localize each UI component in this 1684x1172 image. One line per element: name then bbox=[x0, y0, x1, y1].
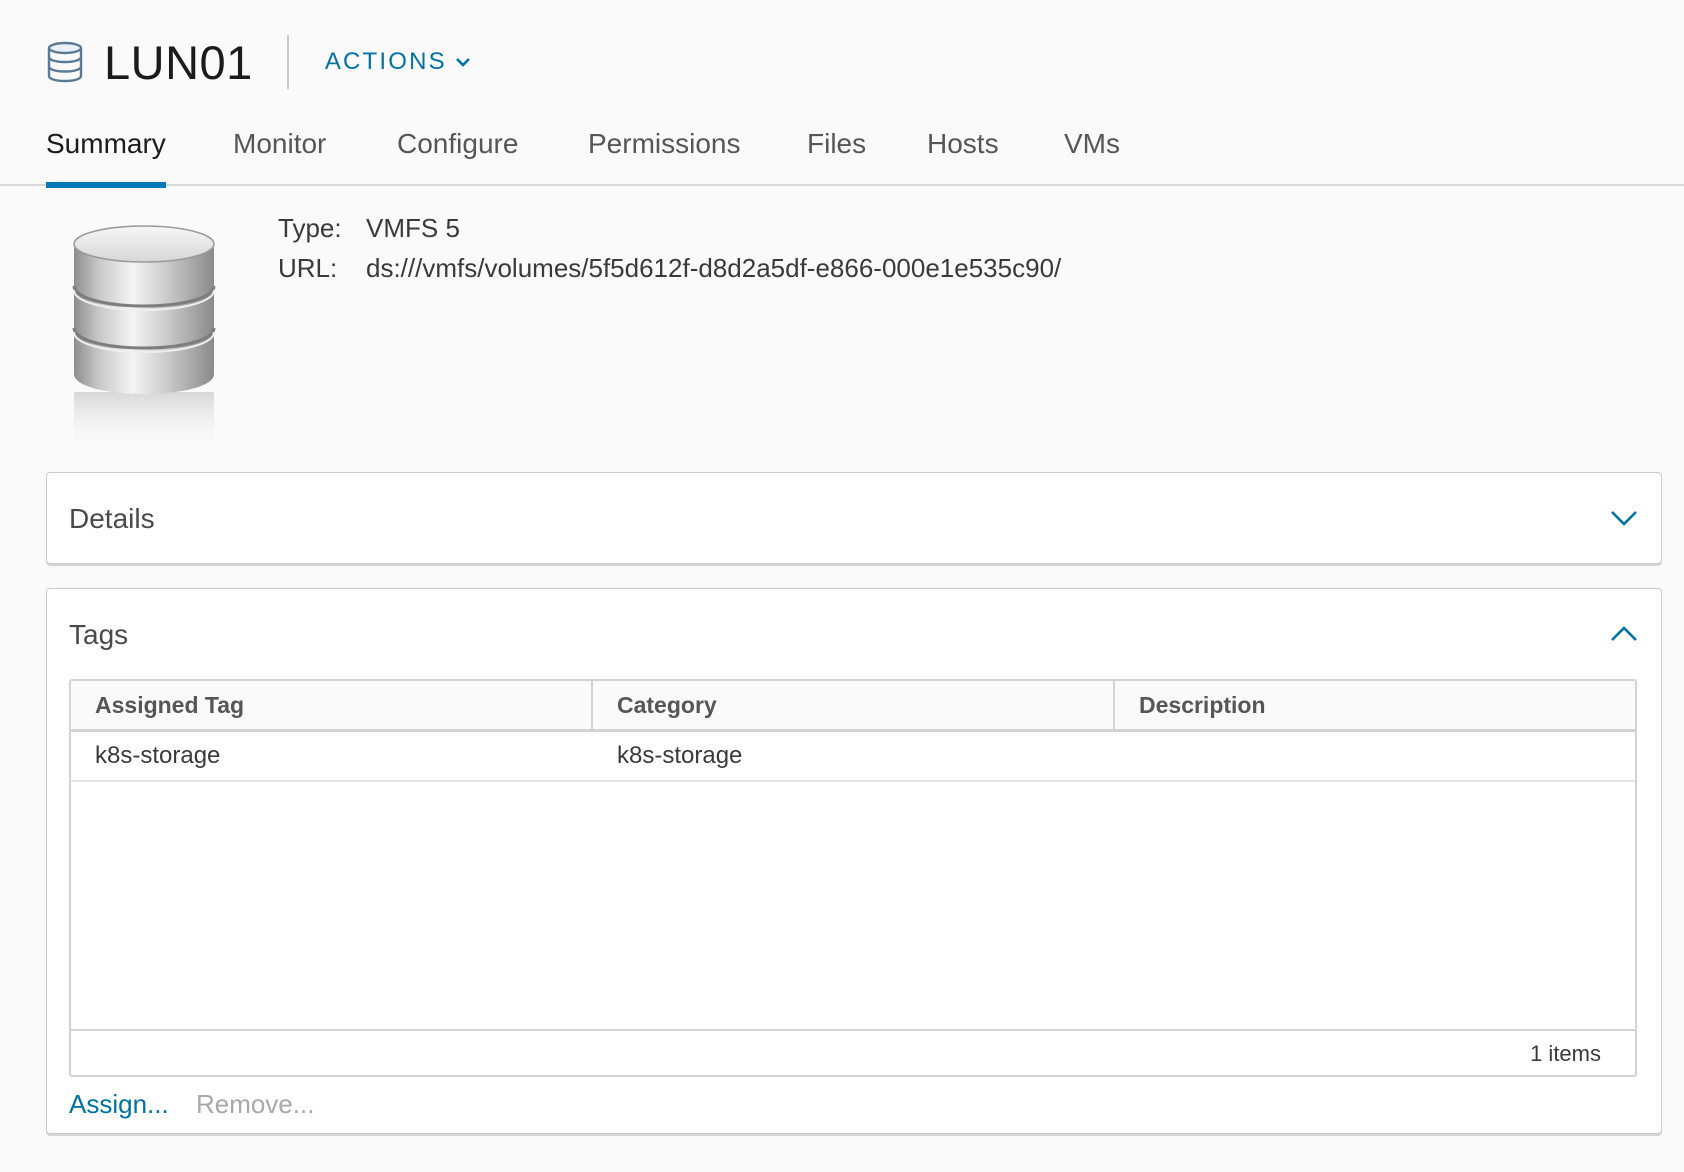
chevron-down-icon[interactable] bbox=[1609, 503, 1639, 533]
page-header: LUN01 ACTIONS bbox=[46, 32, 471, 92]
column-header-description[interactable]: Description bbox=[1115, 681, 1635, 729]
actions-label: ACTIONS bbox=[324, 48, 447, 75]
summary-info: Type: VMFS 5 URL: ds:///vmfs/volumes/5f5… bbox=[278, 208, 1061, 288]
description-cell bbox=[1115, 732, 1139, 780]
url-value: ds:///vmfs/volumes/5f5d612f-d8d2a5df-e86… bbox=[366, 253, 1062, 283]
tags-card: Tags Assigned Tag Category Description k… bbox=[46, 588, 1662, 1134]
tags-datagrid: Assigned Tag Category Description k8s-st… bbox=[69, 679, 1637, 1077]
tab-monitor[interactable]: Monitor bbox=[233, 128, 326, 182]
tab-bar: Summary Monitor Configure Permissions Fi… bbox=[0, 118, 1684, 188]
header-divider bbox=[286, 35, 289, 89]
category-cell: k8s-storage bbox=[617, 742, 743, 769]
tab-files[interactable]: Files bbox=[807, 128, 866, 182]
datagrid-footer: 1 items bbox=[71, 1029, 1635, 1075]
tag-cell: k8s-storage bbox=[95, 742, 221, 769]
table-header: Assigned Tag Category Description bbox=[71, 681, 1635, 732]
page-title: LUN01 bbox=[104, 35, 253, 89]
tab-hosts[interactable]: Hosts bbox=[927, 128, 999, 182]
remove-tag-link[interactable]: Remove... bbox=[196, 1089, 315, 1119]
tab-summary[interactable]: Summary bbox=[46, 128, 166, 188]
item-count: 1 items bbox=[1530, 1041, 1601, 1066]
type-row: Type: VMFS 5 bbox=[278, 208, 1061, 248]
chevron-up-icon[interactable] bbox=[1609, 619, 1639, 649]
details-card-title: Details bbox=[69, 503, 155, 534]
actions-menu-button[interactable]: ACTIONS bbox=[325, 48, 471, 76]
chevron-down-icon bbox=[455, 58, 470, 67]
column-header-category[interactable]: Category bbox=[593, 681, 1113, 729]
column-header-assigned-tag[interactable]: Assigned Tag bbox=[71, 681, 591, 729]
type-label: Type: bbox=[278, 213, 342, 243]
tab-permissions[interactable]: Permissions bbox=[588, 128, 740, 182]
assign-tag-link[interactable]: Assign... bbox=[69, 1089, 169, 1119]
datastore-icon bbox=[47, 41, 83, 83]
tab-vms[interactable]: VMs bbox=[1064, 128, 1120, 182]
datastore-large-icon bbox=[72, 225, 216, 452]
url-label: URL: bbox=[278, 253, 338, 283]
tab-configure[interactable]: Configure bbox=[397, 128, 518, 182]
url-row: URL: ds:///vmfs/volumes/5f5d612f-d8d2a5d… bbox=[278, 248, 1061, 288]
type-value: VMFS 5 bbox=[366, 213, 460, 243]
details-card: Details bbox=[46, 472, 1662, 564]
tags-card-title: Tags bbox=[69, 619, 129, 650]
table-row[interactable]: k8s-storage k8s-storage bbox=[71, 732, 1635, 782]
tags-card-actions: Assign... Remove... bbox=[69, 1089, 314, 1120]
